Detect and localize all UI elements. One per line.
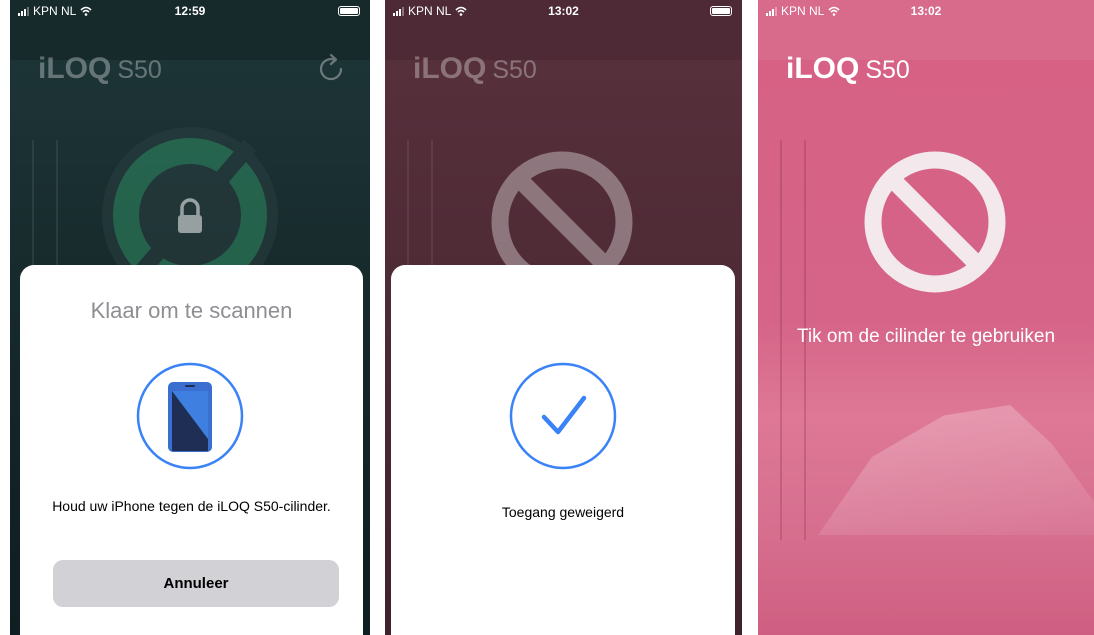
sheet-instruction: Houd uw iPhone tegen de iLOQ S50-cilinde…: [52, 498, 331, 514]
screen-ready-to-scan: KPN NL 12:59 iLOQ S50 Klaar om te scanne…: [10, 0, 370, 635]
cancel-button[interactable]: Annuleer: [53, 560, 339, 607]
logo-brand: iLOQ: [786, 52, 860, 85]
sheet-result-message: Toegang geweigerd: [501, 504, 625, 520]
logo-brand: iLOQ: [38, 52, 112, 85]
logo-model: S50: [117, 56, 162, 84]
checkmark-icon: [509, 362, 617, 470]
clock: 13:02: [548, 4, 579, 18]
screen-access-denied-sheet: KPN NL 13:02 iLOQ S50 Toegang geweigerd: [385, 0, 742, 635]
nfc-scan-sheet: Klaar om te scannen Houd uw iPhone tegen…: [20, 265, 363, 635]
battery-icon: [710, 6, 732, 16]
app-logo: iLOQ S50: [413, 52, 537, 86]
sheet-title: Klaar om te scannen: [90, 298, 293, 323]
phone-icon: [136, 362, 244, 470]
logo-brand: iLOQ: [413, 52, 487, 85]
app-logo: iLOQ S50: [38, 52, 162, 86]
screen-access-denied[interactable]: KPN NL 13:02 iLOQ S50 Tik om de cilinder…: [758, 0, 1094, 635]
logo-model: S50: [865, 56, 910, 84]
status-bar: KPN NL 13:02: [758, 0, 1094, 22]
app-logo: iLOQ S50: [786, 52, 910, 86]
refresh-icon[interactable]: [314, 52, 348, 86]
logo-model: S50: [492, 56, 537, 84]
status-bar: KPN NL 12:59: [10, 0, 370, 22]
battery-icon: [338, 6, 360, 16]
no-entry-icon: [864, 151, 1006, 293]
mountain-image: [818, 405, 1094, 535]
clock: 12:59: [174, 4, 206, 18]
nfc-result-sheet: Toegang geweigerd: [391, 265, 735, 635]
status-bar: KPN NL 13:02: [385, 0, 742, 22]
tap-to-use-caption[interactable]: Tik om de cilinder te gebruiken: [758, 326, 1094, 348]
clock: 13:02: [910, 4, 942, 18]
